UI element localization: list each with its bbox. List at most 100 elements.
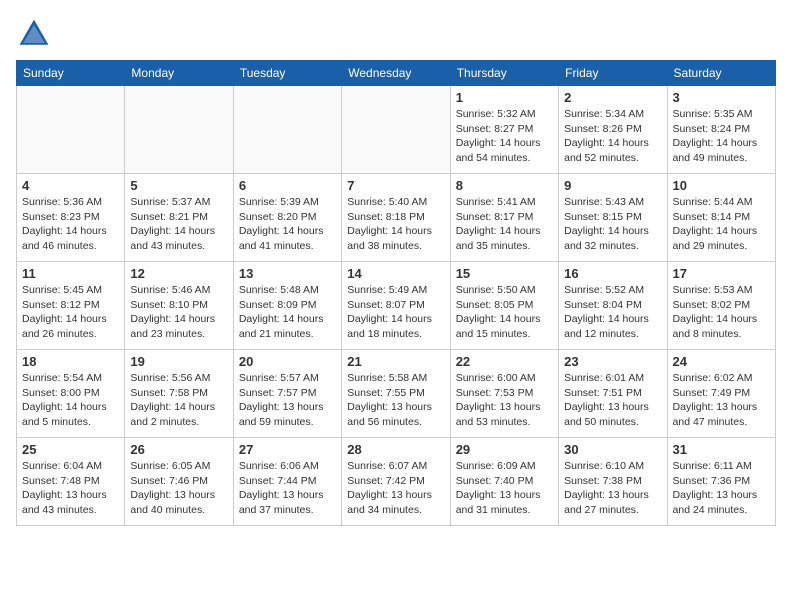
day-number: 13: [239, 266, 336, 281]
calendar-week-row: 1 Sunrise: 5:32 AM Sunset: 8:27 PM Daylig…: [17, 86, 776, 174]
page-header: [16, 16, 776, 52]
day-number: 17: [673, 266, 770, 281]
calendar-cell: 30 Sunrise: 6:10 AM Sunset: 7:38 PM Dayli…: [559, 438, 667, 526]
calendar-cell: 28Sunrise: 6:07 AM Sunset: 7:42 PM Dayli…: [342, 438, 450, 526]
calendar-cell: [342, 86, 450, 174]
day-info: Sunrise: 6:02 AM Sunset: 7:49 PM Dayligh…: [673, 371, 770, 430]
calendar-table: SundayMondayTuesdayWednesdayThursdayFrid…: [16, 60, 776, 526]
calendar-cell: [125, 86, 233, 174]
calendar-cell: [233, 86, 341, 174]
day-info: Sunrise: 5:41 AM Sunset: 8:17 PM Dayligh…: [456, 195, 553, 254]
day-info: Sunrise: 5:48 AM Sunset: 8:09 PM Dayligh…: [239, 283, 336, 342]
day-number: 31: [673, 442, 770, 457]
day-number: 28: [347, 442, 444, 457]
day-info: Sunrise: 5:43 AM Sunset: 8:15 PM Dayligh…: [564, 195, 661, 254]
day-info: Sunrise: 5:44 AM Sunset: 8:14 PM Dayligh…: [673, 195, 770, 254]
day-info: Sunrise: 5:56 AM Sunset: 7:58 PM Dayligh…: [130, 371, 227, 430]
day-number: 20: [239, 354, 336, 369]
calendar-cell: 18 Sunrise: 5:54 AM Sunset: 8:00 PM Dayli…: [17, 350, 125, 438]
calendar-cell: 10 Sunrise: 5:44 AM Sunset: 8:14 PM Dayli…: [667, 174, 775, 262]
day-number: 15: [456, 266, 553, 281]
day-header: Thursday: [450, 61, 558, 86]
day-number: 27: [239, 442, 336, 457]
day-info: Sunrise: 5:54 AM Sunset: 8:00 PM Dayligh…: [22, 371, 119, 430]
day-info: Sunrise: 5:57 AM Sunset: 7:57 PM Dayligh…: [239, 371, 336, 430]
calendar-cell: 21Sunrise: 5:58 AM Sunset: 7:55 PM Dayli…: [342, 350, 450, 438]
day-header: Friday: [559, 61, 667, 86]
day-number: 22: [456, 354, 553, 369]
day-info: Sunrise: 5:46 AM Sunset: 8:10 PM Dayligh…: [130, 283, 227, 342]
day-info: Sunrise: 5:32 AM Sunset: 8:27 PM Dayligh…: [456, 107, 553, 166]
calendar-cell: 20 Sunrise: 5:57 AM Sunset: 7:57 PM Dayli…: [233, 350, 341, 438]
day-info: Sunrise: 6:01 AM Sunset: 7:51 PM Dayligh…: [564, 371, 661, 430]
logo: [16, 16, 56, 52]
calendar-cell: 14 Sunrise: 5:49 AM Sunset: 8:07 PM Dayli…: [342, 262, 450, 350]
calendar-cell: 7 Sunrise: 5:40 AM Sunset: 8:18 PM Daylig…: [342, 174, 450, 262]
calendar-cell: 5 Sunrise: 5:37 AM Sunset: 8:21 PM Daylig…: [125, 174, 233, 262]
day-number: 18: [22, 354, 119, 369]
calendar-week-row: 4Sunrise: 5:36 AM Sunset: 8:23 PM Daylig…: [17, 174, 776, 262]
day-info: Sunrise: 5:58 AM Sunset: 7:55 PM Dayligh…: [347, 371, 444, 430]
day-info: Sunrise: 5:37 AM Sunset: 8:21 PM Dayligh…: [130, 195, 227, 254]
day-number: 9: [564, 178, 661, 193]
day-number: 1: [456, 90, 553, 105]
day-header: Saturday: [667, 61, 775, 86]
day-header: Wednesday: [342, 61, 450, 86]
day-info: Sunrise: 6:09 AM Sunset: 7:40 PM Dayligh…: [456, 459, 553, 518]
day-number: 2: [564, 90, 661, 105]
day-info: Sunrise: 6:06 AM Sunset: 7:44 PM Dayligh…: [239, 459, 336, 518]
day-number: 5: [130, 178, 227, 193]
day-number: 3: [673, 90, 770, 105]
calendar-week-row: 25 Sunrise: 6:04 AM Sunset: 7:48 PM Dayli…: [17, 438, 776, 526]
day-info: Sunrise: 6:05 AM Sunset: 7:46 PM Dayligh…: [130, 459, 227, 518]
calendar-cell: 29 Sunrise: 6:09 AM Sunset: 7:40 PM Dayli…: [450, 438, 558, 526]
day-info: Sunrise: 5:53 AM Sunset: 8:02 PM Dayligh…: [673, 283, 770, 342]
calendar-week-row: 18 Sunrise: 5:54 AM Sunset: 8:00 PM Dayli…: [17, 350, 776, 438]
calendar-cell: 16 Sunrise: 5:52 AM Sunset: 8:04 PM Dayli…: [559, 262, 667, 350]
day-info: Sunrise: 6:11 AM Sunset: 7:36 PM Dayligh…: [673, 459, 770, 518]
day-number: 10: [673, 178, 770, 193]
day-info: Sunrise: 5:52 AM Sunset: 8:04 PM Dayligh…: [564, 283, 661, 342]
day-info: Sunrise: 5:35 AM Sunset: 8:24 PM Dayligh…: [673, 107, 770, 166]
calendar-cell: 4Sunrise: 5:36 AM Sunset: 8:23 PM Daylig…: [17, 174, 125, 262]
day-info: Sunrise: 5:40 AM Sunset: 8:18 PM Dayligh…: [347, 195, 444, 254]
calendar-cell: 24Sunrise: 6:02 AM Sunset: 7:49 PM Dayli…: [667, 350, 775, 438]
day-info: Sunrise: 5:36 AM Sunset: 8:23 PM Dayligh…: [22, 195, 119, 254]
day-number: 8: [456, 178, 553, 193]
calendar-cell: 12Sunrise: 5:46 AM Sunset: 8:10 PM Dayli…: [125, 262, 233, 350]
day-info: Sunrise: 6:00 AM Sunset: 7:53 PM Dayligh…: [456, 371, 553, 430]
calendar-cell: 25 Sunrise: 6:04 AM Sunset: 7:48 PM Dayli…: [17, 438, 125, 526]
day-number: 6: [239, 178, 336, 193]
day-number: 29: [456, 442, 553, 457]
day-header: Tuesday: [233, 61, 341, 86]
day-number: 30: [564, 442, 661, 457]
calendar-cell: 22 Sunrise: 6:00 AM Sunset: 7:53 PM Dayli…: [450, 350, 558, 438]
calendar-cell: 11 Sunrise: 5:45 AM Sunset: 8:12 PM Dayli…: [17, 262, 125, 350]
logo-icon: [16, 16, 52, 52]
calendar-cell: 17 Sunrise: 5:53 AM Sunset: 8:02 PM Dayli…: [667, 262, 775, 350]
calendar-cell: 27 Sunrise: 6:06 AM Sunset: 7:44 PM Dayli…: [233, 438, 341, 526]
day-number: 16: [564, 266, 661, 281]
calendar-cell: 23 Sunrise: 6:01 AM Sunset: 7:51 PM Dayli…: [559, 350, 667, 438]
day-info: Sunrise: 5:39 AM Sunset: 8:20 PM Dayligh…: [239, 195, 336, 254]
day-info: Sunrise: 6:04 AM Sunset: 7:48 PM Dayligh…: [22, 459, 119, 518]
calendar-header-row: SundayMondayTuesdayWednesdayThursdayFrid…: [17, 61, 776, 86]
day-info: Sunrise: 6:10 AM Sunset: 7:38 PM Dayligh…: [564, 459, 661, 518]
day-number: 14: [347, 266, 444, 281]
day-number: 11: [22, 266, 119, 281]
day-number: 7: [347, 178, 444, 193]
day-info: Sunrise: 5:45 AM Sunset: 8:12 PM Dayligh…: [22, 283, 119, 342]
calendar-cell: [17, 86, 125, 174]
calendar-cell: 8 Sunrise: 5:41 AM Sunset: 8:17 PM Daylig…: [450, 174, 558, 262]
day-info: Sunrise: 5:50 AM Sunset: 8:05 PM Dayligh…: [456, 283, 553, 342]
day-number: 23: [564, 354, 661, 369]
calendar-cell: 9 Sunrise: 5:43 AM Sunset: 8:15 PM Daylig…: [559, 174, 667, 262]
calendar-cell: 1 Sunrise: 5:32 AM Sunset: 8:27 PM Daylig…: [450, 86, 558, 174]
day-number: 25: [22, 442, 119, 457]
day-header: Sunday: [17, 61, 125, 86]
calendar-cell: 3 Sunrise: 5:35 AM Sunset: 8:24 PM Daylig…: [667, 86, 775, 174]
calendar-cell: 31 Sunrise: 6:11 AM Sunset: 7:36 PM Dayli…: [667, 438, 775, 526]
day-info: Sunrise: 5:49 AM Sunset: 8:07 PM Dayligh…: [347, 283, 444, 342]
day-number: 26: [130, 442, 227, 457]
calendar-cell: 2Sunrise: 5:34 AM Sunset: 8:26 PM Daylig…: [559, 86, 667, 174]
